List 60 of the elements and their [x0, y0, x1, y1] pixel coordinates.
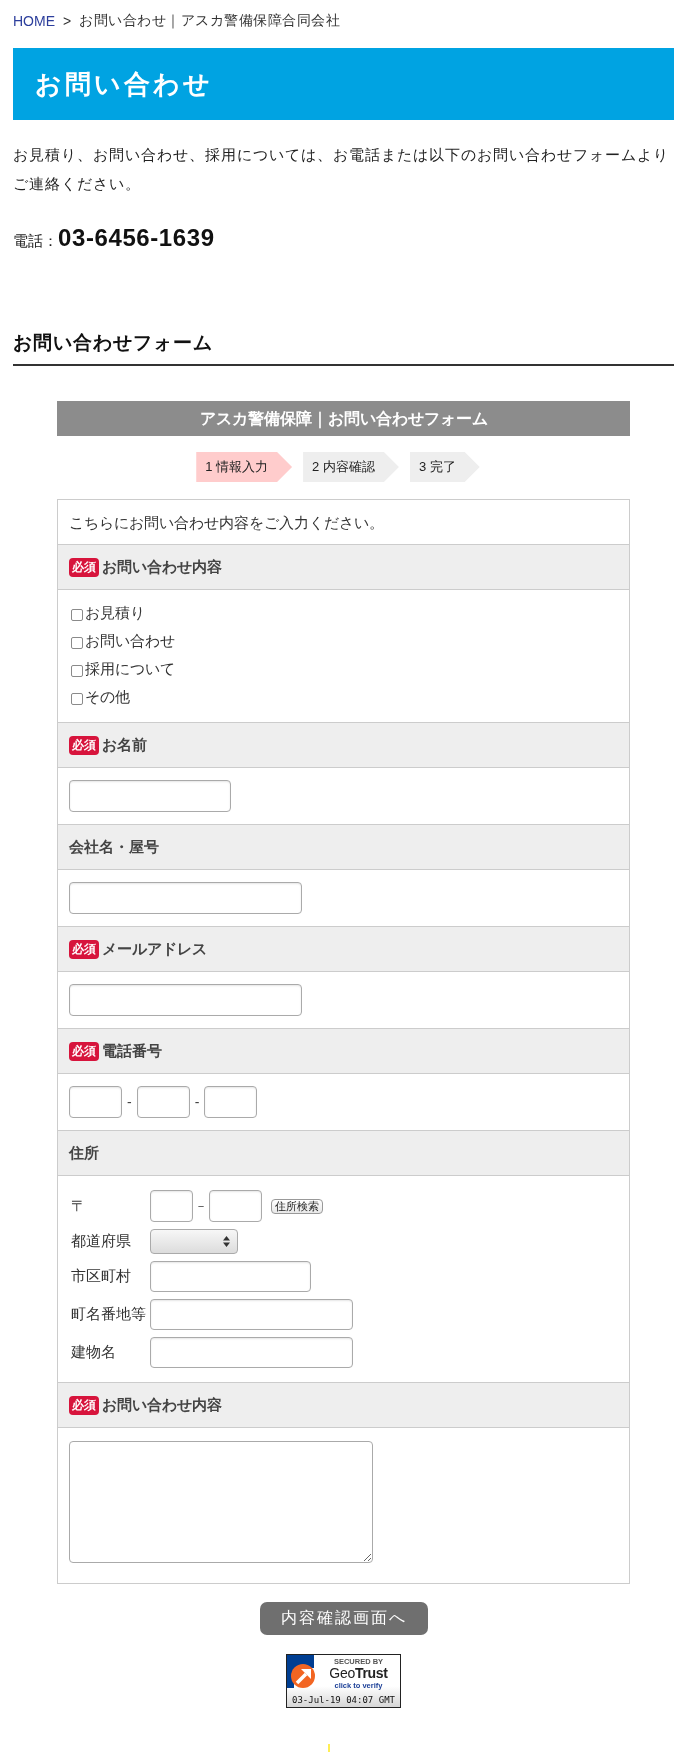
required-badge: 必須: [69, 1041, 99, 1061]
checkbox[interactable]: [71, 664, 83, 677]
message-textarea[interactable]: [69, 1441, 373, 1563]
required-badge: 必須: [69, 557, 99, 577]
section-title: お問い合わせフォーム: [13, 331, 214, 355]
option-label: お問い合わせ: [85, 631, 175, 651]
page-title-banner: お問い合わせ: [13, 48, 674, 120]
progress-step: 2 内容確認: [303, 452, 399, 482]
phone-input[interactable]: [136, 1086, 190, 1118]
breadcrumb-link[interactable]: HOME: [13, 12, 55, 30]
field-label: メールアドレス: [102, 939, 207, 959]
address-label: 〒: [71, 1196, 87, 1216]
address-label: 都道府県: [71, 1232, 132, 1251]
confirm-button[interactable]: 内容確認画面へ: [259, 1602, 428, 1635]
seal-brand: GeoTrust: [329, 1666, 388, 1681]
address-search-button[interactable]: 住所検索: [271, 1198, 323, 1214]
instruction-text: こちらにお問い合わせ内容をご入力ください。: [69, 514, 384, 531]
updown-arrow-icon: [223, 1236, 230, 1247]
text-input[interactable]: [150, 1261, 311, 1292]
phone-separator: -: [194, 1094, 200, 1110]
required-badge: 必須: [69, 1395, 99, 1415]
field-label: お問い合わせ内容: [102, 557, 222, 577]
arrow-logo-icon: [287, 1655, 317, 1688]
address-label: 市区町村: [71, 1267, 132, 1286]
phone-input[interactable]: [204, 1086, 258, 1118]
address-label: 建物名: [71, 1343, 117, 1362]
breadcrumb-separator: >: [63, 12, 72, 30]
address-label: 町名番地等: [71, 1305, 147, 1324]
required-badge: 必須: [69, 939, 99, 959]
checkbox[interactable]: [71, 608, 83, 621]
checkbox[interactable]: [71, 636, 83, 649]
option-label: 採用について: [85, 659, 175, 679]
option-label: その他: [85, 687, 130, 707]
text-input[interactable]: [150, 1337, 353, 1368]
postal-code-input[interactable]: [209, 1190, 262, 1222]
form-title-bar: アスカ警備保障｜お問い合わせフォーム: [57, 401, 630, 436]
progress-step: 1 情報入力: [196, 452, 293, 482]
postal-separator: －: [195, 1197, 207, 1215]
field-label: 住所: [69, 1143, 99, 1163]
field-label: 電話番号: [102, 1041, 162, 1061]
select-field[interactable]: [150, 1229, 238, 1254]
progress-step: 3 完了: [409, 452, 480, 482]
text-input[interactable]: [69, 780, 231, 812]
text-input[interactable]: [150, 1299, 353, 1330]
postal-code-input[interactable]: [150, 1190, 193, 1222]
option-label: お見積り: [85, 603, 145, 623]
phone-input[interactable]: [69, 1086, 122, 1118]
breadcrumb-current: お問い合わせ｜アスカ警備保障合同会社: [79, 12, 341, 30]
text-input[interactable]: [69, 984, 302, 1016]
field-label: お名前: [102, 735, 147, 755]
phone-number: 03-6456-1639: [58, 224, 215, 252]
text-input[interactable]: [69, 882, 302, 914]
field-label: お問い合わせ内容: [102, 1395, 222, 1415]
phone-separator: -: [127, 1094, 132, 1110]
intro-text: お見積り、お問い合わせ、採用については、お電話または以下のお問い合わせフォームよりご連絡ください。: [13, 145, 670, 194]
checkbox[interactable]: [71, 692, 83, 705]
field-label: 会社名・屋号: [69, 837, 159, 857]
required-badge: 必須: [69, 735, 99, 755]
seal-date: 03-Jul-19 04:07 GMT: [291, 1694, 396, 1707]
phone-label: 電話：: [13, 232, 58, 251]
